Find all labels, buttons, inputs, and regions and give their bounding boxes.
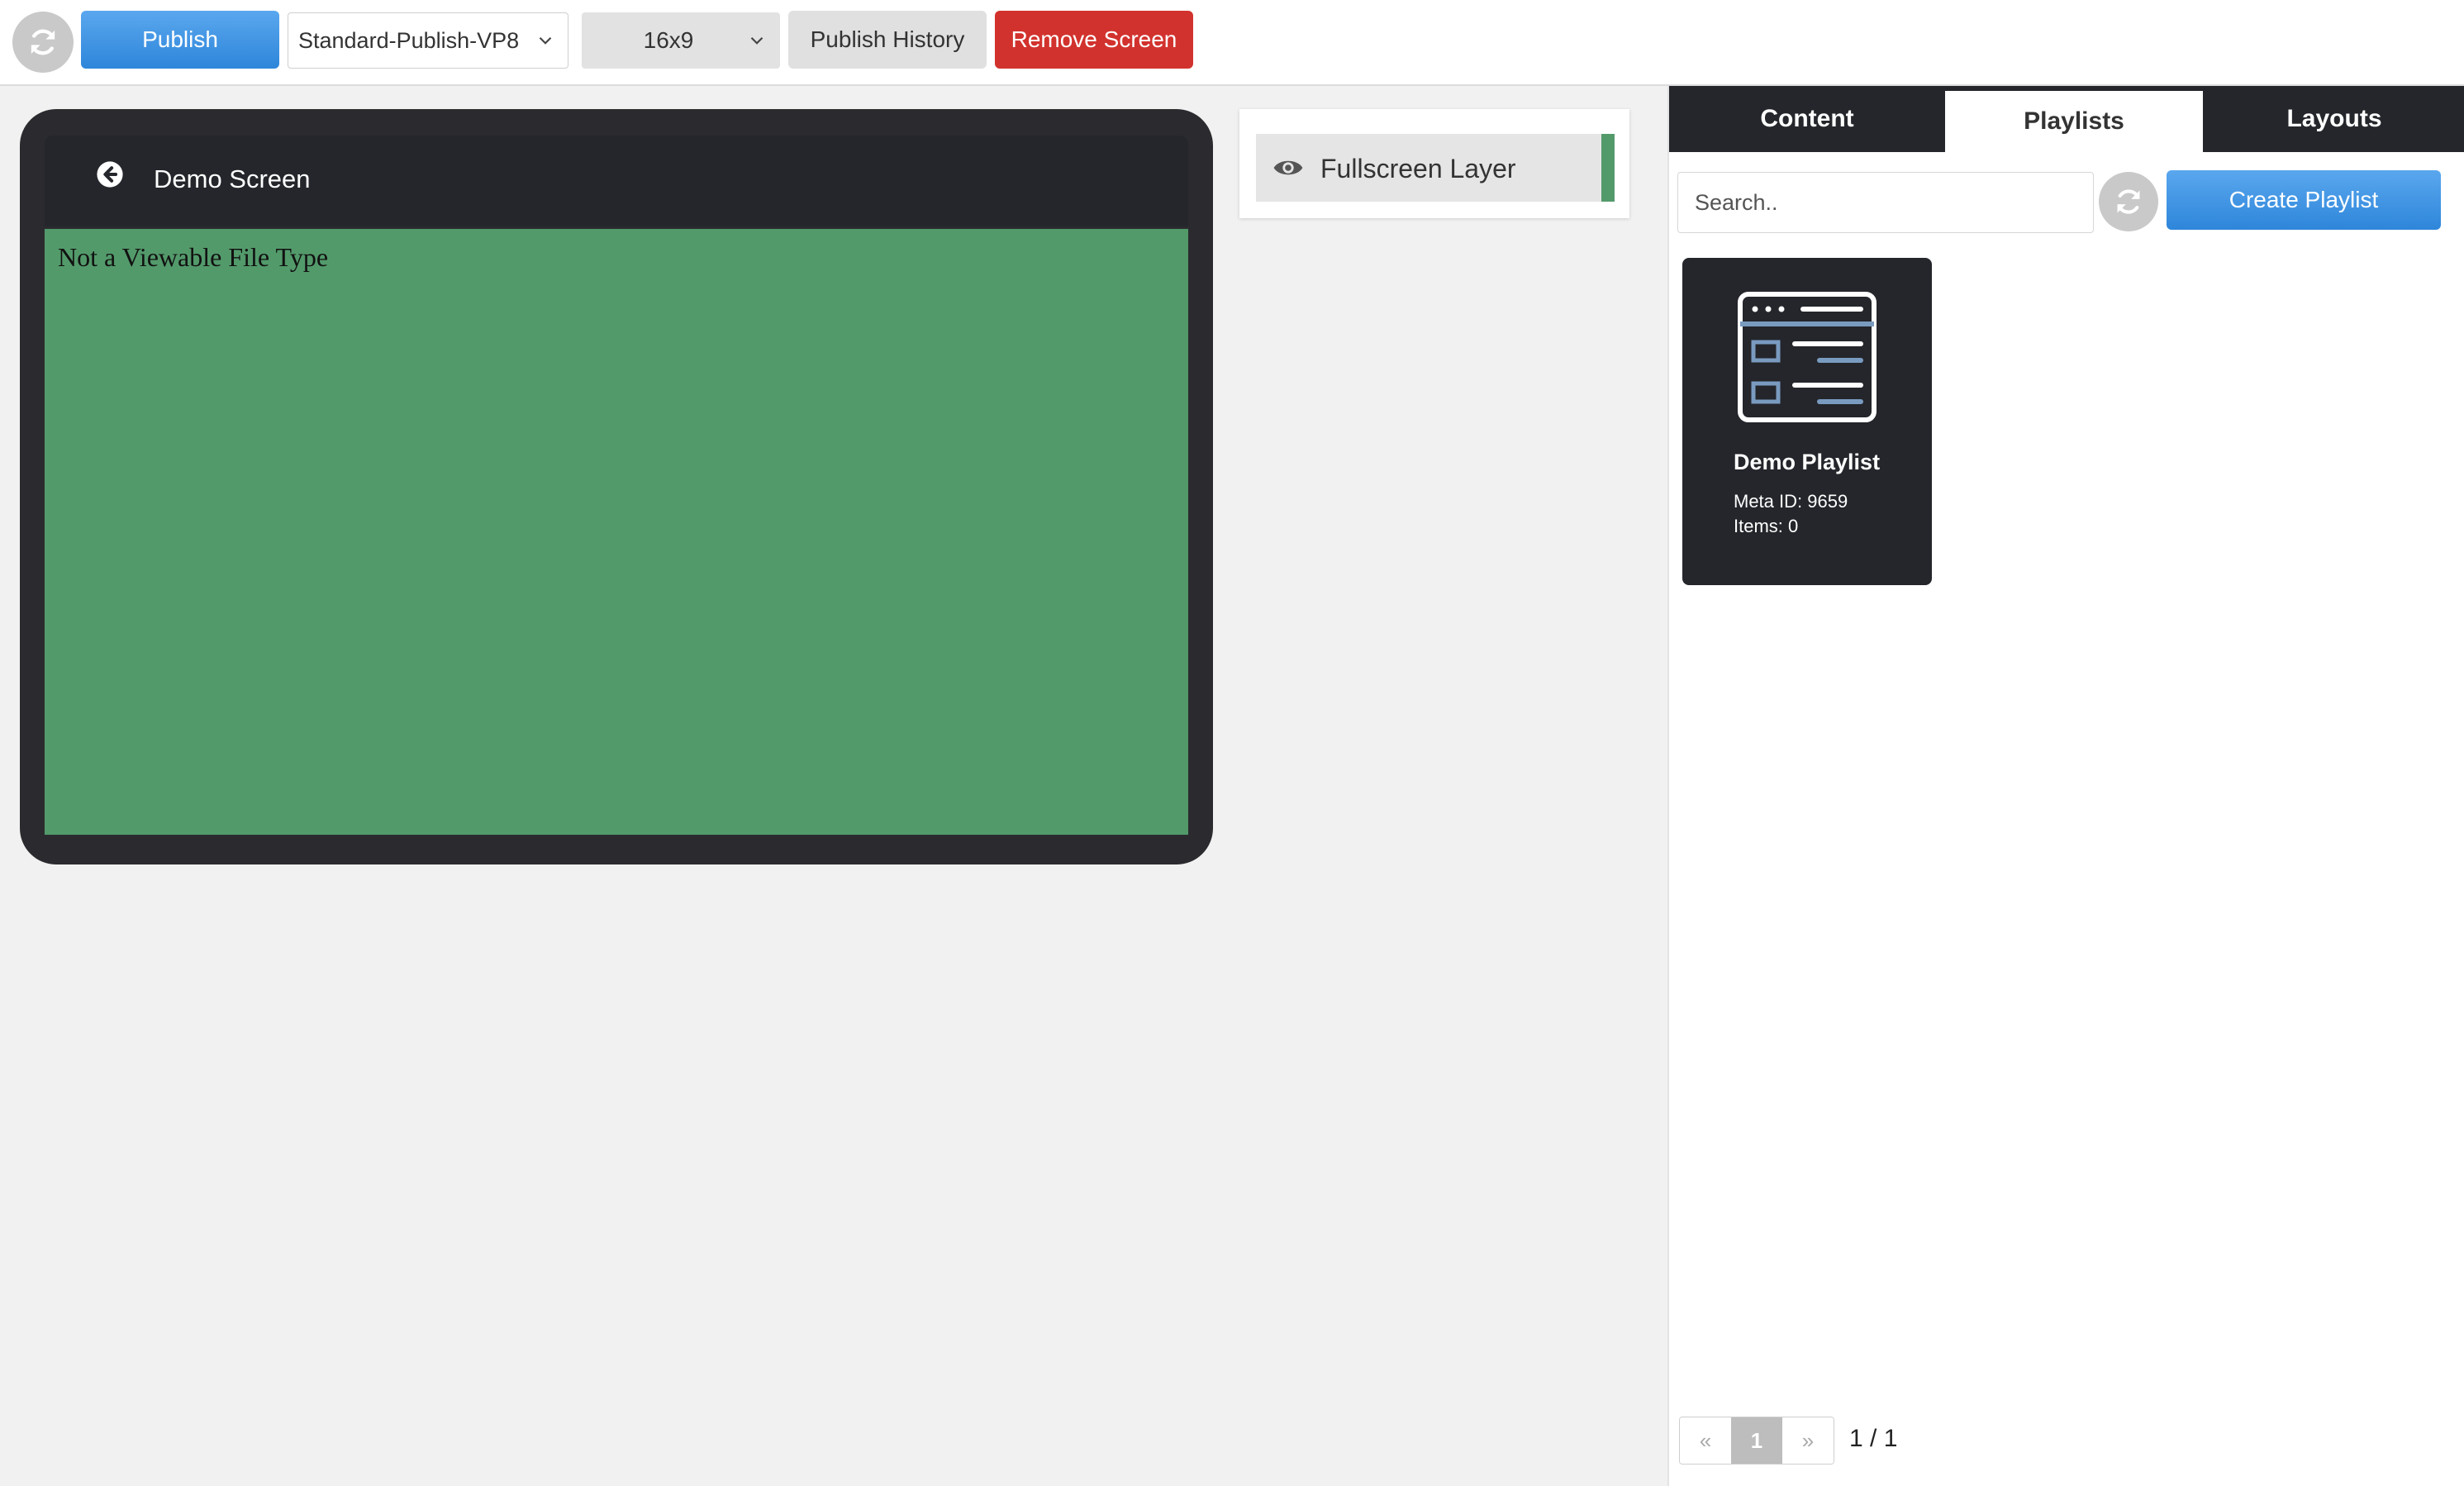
remove-screen-button[interactable]: Remove Screen <box>995 11 1193 69</box>
layer-item[interactable]: Fullscreen Layer <box>1256 134 1615 202</box>
tab-playlists[interactable]: Playlists <box>1945 91 2203 152</box>
playlist-icon <box>1738 292 1877 422</box>
playlist-refresh-button[interactable] <box>2099 172 2158 231</box>
playlist-items-count: Items: 0 <box>1734 516 1799 536</box>
pagination-prev[interactable]: « <box>1680 1417 1731 1464</box>
layer-name: Fullscreen Layer <box>1320 154 1516 183</box>
screen-preview-device: Demo Screen Not a Viewable File Type <box>20 109 1213 864</box>
chevron-down-icon <box>750 36 763 45</box>
refresh-icon <box>2117 189 2140 214</box>
publish-profile-select[interactable]: Standard-Publish-VP8 <box>288 12 568 69</box>
tab-layouts[interactable]: Layouts <box>2203 86 2464 152</box>
screen-preview-header: Demo Screen <box>45 136 1188 226</box>
playlist-name: Demo Playlist <box>1734 450 1881 474</box>
pagination: « 1 » <box>1679 1417 1834 1465</box>
aspect-ratio-value: 16x9 <box>643 27 694 53</box>
screen-preview-message: Not a Viewable File Type <box>58 242 329 272</box>
screen-title: Demo Screen <box>154 164 311 193</box>
search-input[interactable] <box>1677 172 2094 233</box>
playlist-meta-id: Meta ID: 9659 <box>1734 491 1848 512</box>
refresh-button[interactable] <box>12 12 74 73</box>
refresh-icon <box>31 29 55 55</box>
tab-content[interactable]: Content <box>1669 86 1945 152</box>
chevron-down-icon <box>539 36 552 45</box>
pagination-current-page[interactable]: 1 <box>1731 1417 1782 1464</box>
playlist-card[interactable]: Demo Playlist Meta ID: 9659 Items: 0 <box>1682 258 1932 585</box>
publish-button[interactable]: Publish <box>81 11 279 69</box>
aspect-ratio-select[interactable]: 16x9 <box>582 12 780 69</box>
layers-panel: Fullscreen Layer <box>1239 109 1629 218</box>
layer-color-indicator <box>1601 134 1615 202</box>
right-panel: Content Playlists Layouts Create Playlis… <box>1667 86 2464 1486</box>
panel-tabs: Content Playlists Layouts <box>1669 86 2464 152</box>
back-arrow-icon[interactable] <box>96 160 124 188</box>
eye-icon[interactable] <box>1272 154 1304 182</box>
top-toolbar: Publish Standard-Publish-VP8 16x9 Publis… <box>0 0 2464 86</box>
pagination-next[interactable]: » <box>1782 1417 1834 1464</box>
create-playlist-button[interactable]: Create Playlist <box>2167 170 2441 230</box>
screen-preview-canvas: Not a Viewable File Type <box>45 229 1188 835</box>
publish-history-button[interactable]: Publish History <box>788 11 987 69</box>
publish-profile-value: Standard-Publish-VP8 <box>298 27 520 53</box>
pagination-summary: 1 / 1 <box>1849 1425 1898 1452</box>
